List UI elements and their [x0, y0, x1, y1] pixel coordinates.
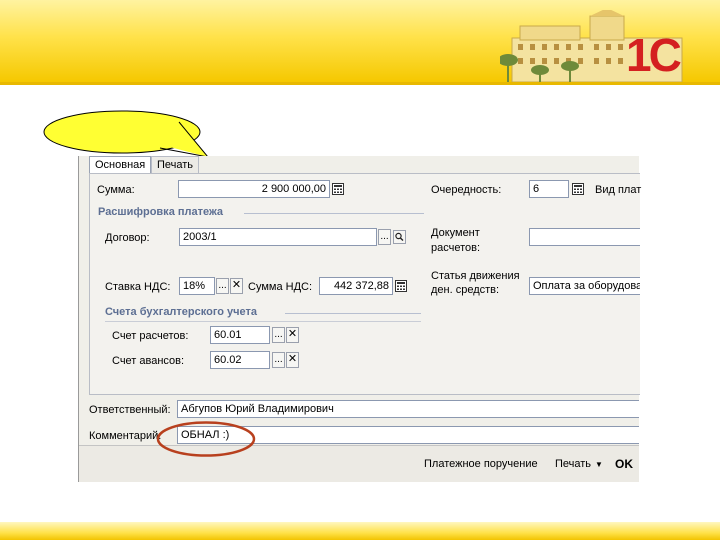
speech-bubble — [43, 110, 208, 158]
settlement-account-label: Счет расчетов: — [112, 330, 189, 342]
responsible-field[interactable]: Абгупов Юрий Владимирович — [177, 400, 639, 418]
print-dropdown-icon[interactable]: ▼ — [595, 460, 603, 469]
vat-calculator-icon[interactable] — [395, 280, 407, 292]
vat-rate-select-button[interactable]: ... — [216, 278, 229, 294]
section-divider — [244, 213, 424, 214]
priority-field[interactable]: 6 — [529, 180, 569, 198]
contract-select-button[interactable]: ... — [378, 229, 391, 245]
calculator-icon[interactable] — [332, 183, 344, 195]
amount-field[interactable]: 2 900 000,00 — [178, 180, 330, 198]
ok-button[interactable]: OK — [615, 457, 633, 471]
vat-amount-label: Сумма НДС: — [248, 281, 313, 293]
priority-calculator-icon[interactable] — [572, 183, 584, 195]
search-icon[interactable] — [393, 230, 406, 244]
tab-main[interactable]: Основная — [89, 156, 152, 173]
settlement-account-select-button[interactable]: ... — [272, 327, 285, 343]
settlement-doc-label-1: Документ — [431, 227, 480, 239]
tab-print[interactable]: Печать — [151, 156, 200, 173]
section-payment-decoding: Расшифровка платежа — [98, 206, 224, 218]
settlement-account-clear-icon[interactable]: ✕ — [286, 327, 299, 343]
amount-label: Сумма: — [97, 184, 135, 196]
responsible-label: Ответственный: — [89, 404, 171, 416]
vat-rate-field[interactable]: 18% — [179, 277, 215, 295]
footer-band — [0, 522, 720, 540]
header-rule — [0, 82, 720, 85]
comment-label: Комментарий: — [89, 430, 162, 442]
advance-account-label: Счет авансов: — [112, 355, 185, 367]
section-accounting-accounts: Счета бухгалтерского учета — [105, 306, 258, 318]
settlement-doc-field[interactable] — [529, 228, 640, 246]
payment-type-label: Вид плат — [595, 184, 642, 196]
advance-account-field[interactable]: 60.02 — [210, 351, 270, 369]
priority-label: Очередность: — [431, 184, 502, 196]
contract-field[interactable]: 2003/1 — [179, 228, 377, 246]
advance-account-clear-icon[interactable]: ✕ — [286, 352, 299, 368]
vat-rate-clear-icon[interactable]: ✕ — [230, 278, 243, 294]
comment-highlight-oval — [156, 421, 256, 457]
main-tab-panel: Сумма: 2 900 000,00 Очередность: 6 Вид п… — [89, 173, 642, 395]
advance-account-select-button[interactable]: ... — [272, 352, 285, 368]
section-divider-accounts — [285, 313, 421, 314]
settlement-doc-label-2: расчетов: — [431, 242, 481, 254]
payment-order-button[interactable]: Платежное поручение — [424, 458, 538, 470]
vat-rate-label: Ставка НДС: — [105, 281, 171, 293]
settlement-account-field[interactable]: 60.01 — [210, 326, 270, 344]
cash-flow-field[interactable]: Оплата за оборудова — [529, 277, 640, 295]
cash-flow-label-1: Статья движения — [431, 270, 520, 282]
logo-1c: 1С — [626, 29, 682, 81]
print-button[interactable]: Печать — [555, 458, 591, 470]
section-underline — [105, 321, 421, 322]
vat-amount-field[interactable]: 442 372,88 — [319, 277, 393, 295]
cash-flow-label-2: ден. средств: — [431, 284, 500, 296]
contract-label: Договор: — [105, 232, 150, 244]
